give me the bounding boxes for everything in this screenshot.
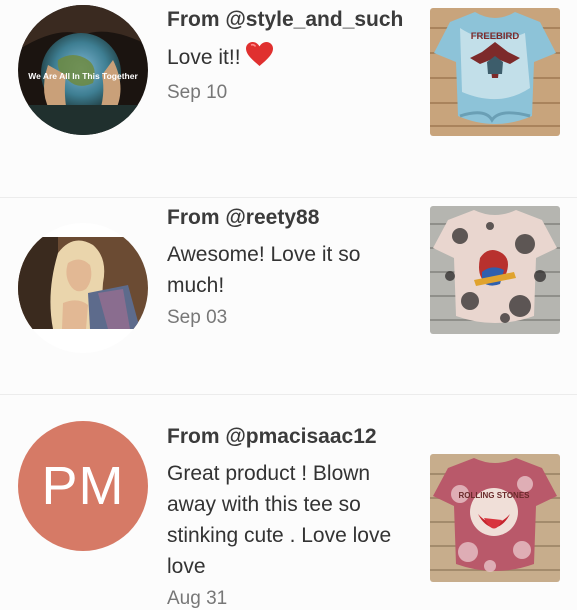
- review-item: PM From @pmacisaac12 Great product ! Blo…: [0, 394, 577, 609]
- reviewer-avatar[interactable]: [18, 223, 148, 353]
- avatar-image: We Are All In This Together: [18, 5, 148, 135]
- avatar-image: [18, 223, 148, 353]
- review-author[interactable]: From @pmacisaac12: [167, 421, 407, 452]
- review-item: We Are All In This Together From @style_…: [0, 0, 577, 197]
- product-image: ROLLING STONES: [430, 454, 560, 582]
- review-date: Sep 03: [167, 307, 228, 328]
- review-date: Sep 10: [167, 82, 228, 103]
- product-image: FREEBIRD: [430, 8, 560, 136]
- reviewer-avatar[interactable]: PM: [18, 421, 148, 551]
- product-thumbnail[interactable]: [430, 206, 560, 334]
- review-content: From @reety88 Awesome! Love it so much! …: [167, 202, 407, 329]
- product-image: [430, 206, 560, 334]
- product-thumbnail[interactable]: FREEBIRD: [430, 8, 560, 136]
- avatar-initials: PM: [18, 421, 148, 551]
- review-content: From @style_and_such Love it!! Sep 10: [167, 4, 407, 104]
- product-print-text: FREEBIRD: [471, 31, 520, 42]
- reviewer-avatar[interactable]: We Are All In This Together: [18, 5, 148, 135]
- product-print-text: ROLLING STONES: [459, 491, 531, 500]
- review-text: Awesome! Love it so much!: [167, 243, 361, 297]
- review-text: Great product ! Blown away with this tee…: [167, 462, 392, 578]
- avatar-caption: We Are All In This Together: [28, 71, 138, 81]
- review-date: Aug 31: [167, 588, 228, 609]
- review-author[interactable]: From @style_and_such: [167, 4, 407, 35]
- review-item: From @reety88 Awesome! Love it so much! …: [0, 197, 577, 394]
- reviews-list: We Are All In This Together From @style_…: [0, 0, 577, 609]
- product-thumbnail[interactable]: ROLLING STONES: [430, 454, 560, 582]
- review-content: From @pmacisaac12 Great product ! Blown …: [167, 421, 407, 610]
- review-text: Love it!!: [167, 41, 407, 76]
- heart-icon: [245, 41, 274, 76]
- review-author[interactable]: From @reety88: [167, 202, 407, 233]
